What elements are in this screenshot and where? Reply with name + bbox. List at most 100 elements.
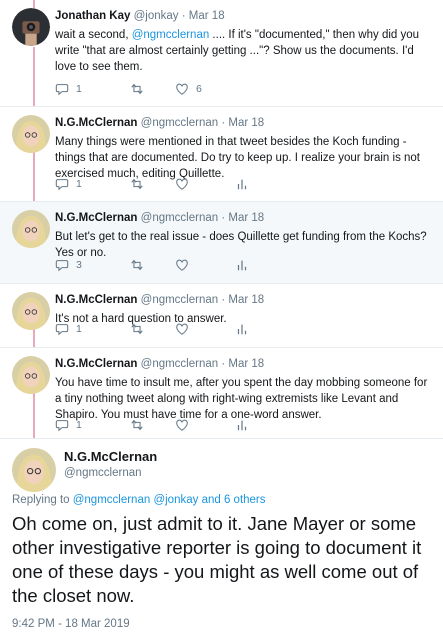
like-icon xyxy=(176,323,188,335)
author-name[interactable]: N.G.McClernan xyxy=(55,358,137,370)
tweet-date[interactable]: Mar 18 xyxy=(189,10,225,22)
retweet-icon xyxy=(131,259,143,271)
tweet-date[interactable]: Mar 18 xyxy=(228,117,264,129)
author-handle[interactable]: @jonkay xyxy=(134,10,179,22)
author-handle[interactable]: @ngmcclernan xyxy=(64,467,157,479)
retweet-button[interactable] xyxy=(130,418,144,432)
others-link[interactable]: and 6 others xyxy=(198,494,266,506)
thread-tweet[interactable]: Jonathan Kay @jonkay · Mar 18 wait a sec… xyxy=(0,0,443,107)
tweet-header: Jonathan Kay @jonkay · Mar 18 xyxy=(55,10,225,22)
avatar[interactable] xyxy=(12,115,50,153)
avatar[interactable] xyxy=(12,8,50,46)
analytics-button[interactable] xyxy=(235,258,249,272)
author-handle[interactable]: @ngmcclernan xyxy=(141,117,219,129)
reply-icon xyxy=(55,84,69,96)
separator: · xyxy=(221,294,226,306)
analytics-icon xyxy=(237,420,247,431)
analytics-icon xyxy=(237,324,247,335)
like-icon xyxy=(176,419,188,431)
avatar[interactable] xyxy=(12,448,56,492)
tweet-actions: 1 xyxy=(55,177,385,193)
author-handle[interactable]: @ngmcclernan xyxy=(141,358,219,370)
mention-link[interactable]: @jonkay xyxy=(153,494,198,506)
reply-button[interactable]: 1 xyxy=(55,177,82,191)
author-handle[interactable]: @ngmcclernan xyxy=(141,294,219,306)
author-block[interactable]: N.G.McClernan @ngmcclernan xyxy=(64,449,157,479)
author-name[interactable]: N.G.McClernan xyxy=(55,212,137,224)
retweet-button[interactable] xyxy=(130,258,144,272)
tweet-date[interactable]: Mar 18 xyxy=(228,212,264,224)
tweet-text: But let's get to the real issue - does Q… xyxy=(55,231,427,259)
like-button[interactable] xyxy=(175,322,189,336)
main-tweet: N.G.McClernan @ngmcclernan Replying to @… xyxy=(0,440,443,640)
like-icon xyxy=(176,259,188,271)
like-count: 6 xyxy=(196,83,202,95)
reply-count: 3 xyxy=(76,259,82,271)
replying-to: Replying to @ngmcclernan @jonkay and 6 o… xyxy=(12,494,266,506)
tweet-header: N.G.McClernan @ngmcclernan · Mar 18 xyxy=(55,294,264,306)
reply-button[interactable]: 1 xyxy=(55,418,82,432)
main-tweet-text: Oh come on, just admit to it. Jane Mayer… xyxy=(12,513,422,606)
reply-button[interactable]: 3 xyxy=(55,258,82,272)
reply-icon xyxy=(55,324,69,336)
avatar[interactable] xyxy=(12,356,50,394)
reply-count: 1 xyxy=(76,323,82,335)
retweet-button[interactable] xyxy=(130,322,144,336)
retweet-button[interactable] xyxy=(130,82,144,96)
avatar[interactable] xyxy=(12,210,50,248)
reply-count: 1 xyxy=(76,83,82,95)
author-name[interactable]: Jonathan Kay xyxy=(55,10,130,22)
reply-count: 1 xyxy=(76,178,82,190)
tweet-text: wait a second, @ngmcclernan .... If it's… xyxy=(55,29,420,73)
avatar[interactable] xyxy=(12,292,50,330)
reply-button[interactable]: 1 xyxy=(55,82,82,96)
tweet-text: Many things were mentioned in that tweet… xyxy=(55,136,421,180)
tweet-actions: 3 xyxy=(55,258,385,274)
like-button[interactable] xyxy=(175,418,189,432)
separator: · xyxy=(221,117,226,129)
reply-icon xyxy=(55,260,69,272)
tweet-text: You have time to insult me, after you sp… xyxy=(55,377,428,421)
tweet-date[interactable]: Mar 18 xyxy=(228,358,264,370)
analytics-button[interactable] xyxy=(235,177,249,191)
separator: · xyxy=(181,10,186,22)
tweet-actions: 1 xyxy=(55,418,385,434)
thread-tweet[interactable]: N.G.McClernan @ngmcclernan · Mar 18 Many… xyxy=(0,107,443,202)
tweet-actions: 1 xyxy=(55,322,385,338)
like-button[interactable] xyxy=(175,177,189,191)
reply-icon xyxy=(55,420,69,432)
analytics-button[interactable] xyxy=(235,322,249,336)
tweet-date[interactable]: Mar 18 xyxy=(228,294,264,306)
separator: · xyxy=(221,212,226,224)
analytics-button[interactable] xyxy=(235,418,249,432)
tweet-timestamp[interactable]: 9:42 PM - 18 Mar 2019 xyxy=(12,618,130,630)
separator: · xyxy=(221,358,226,370)
like-icon xyxy=(176,178,188,190)
retweet-icon xyxy=(131,178,143,190)
retweet-button[interactable] xyxy=(130,177,144,191)
author-name[interactable]: N.G.McClernan xyxy=(64,449,157,464)
like-button[interactable] xyxy=(175,258,189,272)
mention-link[interactable]: @ngmcclernan xyxy=(132,29,210,41)
reply-icon xyxy=(55,179,69,191)
like-icon xyxy=(176,83,188,95)
retweet-icon xyxy=(131,323,143,335)
author-name[interactable]: N.G.McClernan xyxy=(55,294,137,306)
thread-tweet[interactable]: N.G.McClernan @ngmcclernan · Mar 18 But … xyxy=(0,202,443,284)
reply-count: 1 xyxy=(76,419,82,431)
author-handle[interactable]: @ngmcclernan xyxy=(141,212,219,224)
thread-tweet[interactable]: N.G.McClernan @ngmcclernan · Mar 18 It's… xyxy=(0,284,443,348)
reply-button[interactable]: 1 xyxy=(55,322,82,336)
thread-tweet[interactable]: N.G.McClernan @ngmcclernan · Mar 18 You … xyxy=(0,348,443,439)
analytics-icon xyxy=(237,179,247,190)
tweet-actions: 1 6 xyxy=(55,82,385,98)
author-name[interactable]: N.G.McClernan xyxy=(55,117,137,129)
tweet-header: N.G.McClernan @ngmcclernan · Mar 18 xyxy=(55,358,264,370)
analytics-icon xyxy=(237,260,247,271)
tweet-header: N.G.McClernan @ngmcclernan · Mar 18 xyxy=(55,212,264,224)
tweet-header: N.G.McClernan @ngmcclernan · Mar 18 xyxy=(55,117,264,129)
retweet-icon xyxy=(131,83,143,95)
mention-link[interactable]: @ngmcclernan xyxy=(73,494,151,506)
like-button[interactable]: 6 xyxy=(175,82,202,96)
retweet-icon xyxy=(131,419,143,431)
